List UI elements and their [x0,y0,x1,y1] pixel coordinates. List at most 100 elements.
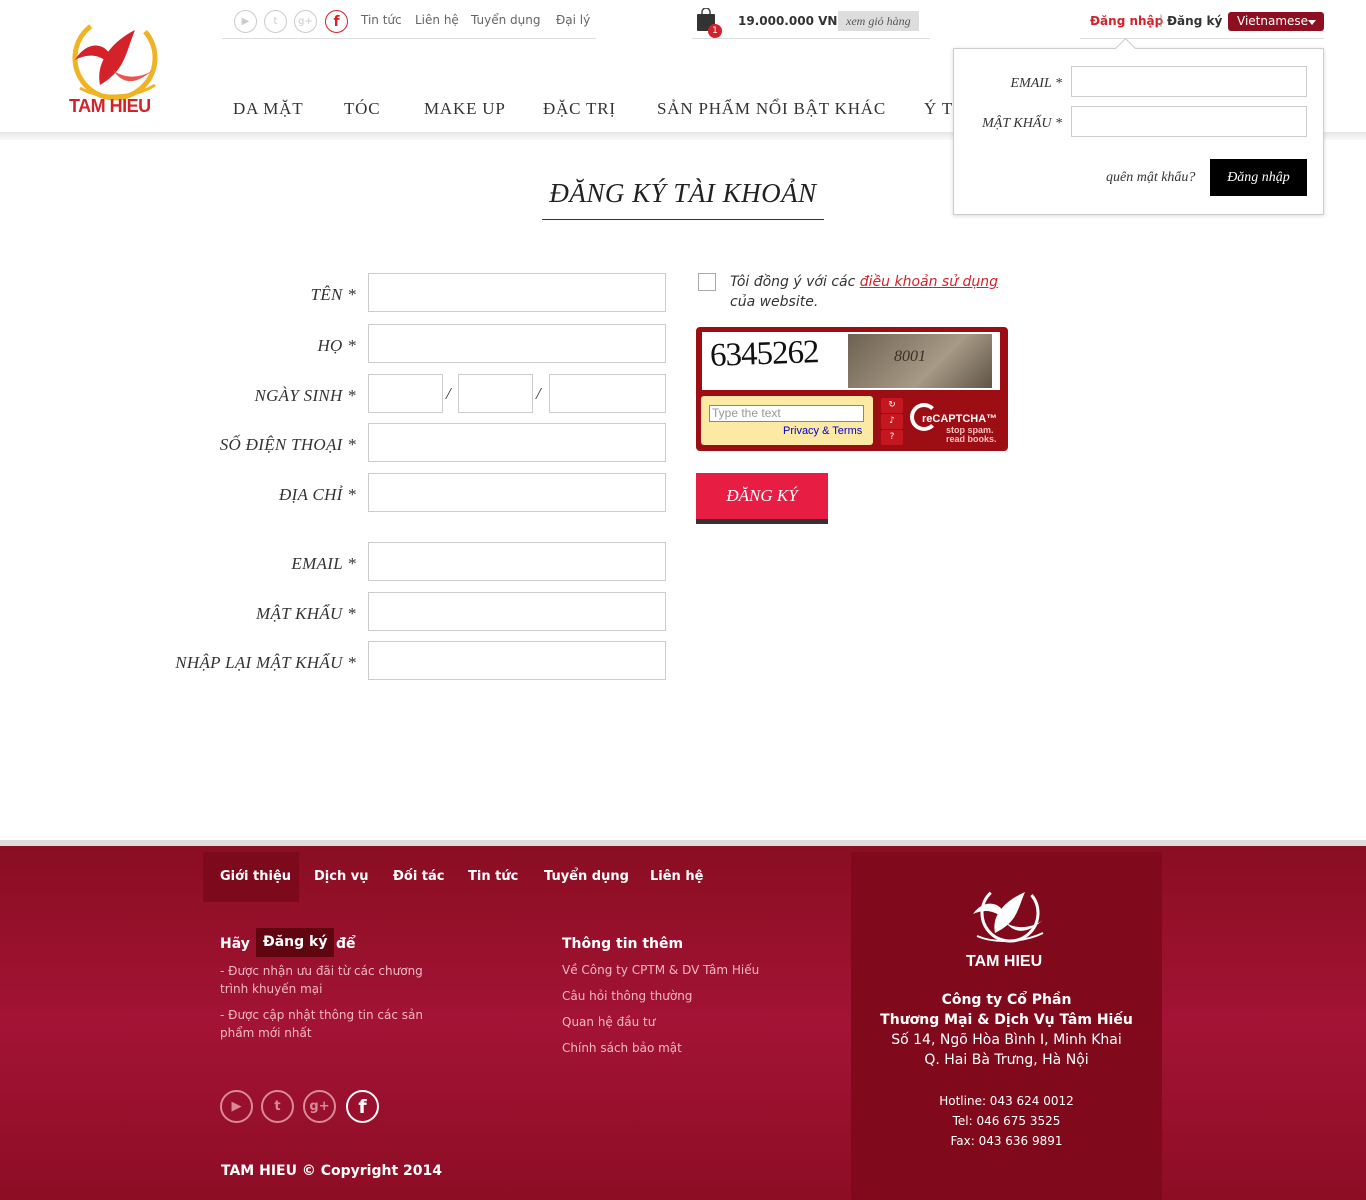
facebook-icon[interactable]: f [325,10,348,33]
dob-label: NGÀY SINH * [254,386,356,405]
company-address-2: Q. Hai Bà Trưng, Hà Nội [924,1052,1089,1068]
register-submit-button[interactable]: ĐĂNG KÝ [696,473,828,524]
view-cart-button[interactable]: xem giỏ hàng [838,11,919,31]
agree-text: Tôi đồng ý với các điều khoản sử dụng củ… [730,272,1000,312]
googleplus-icon[interactable]: g+ [303,1090,336,1123]
more-link-faq[interactable]: Câu hỏi thông thường [562,989,692,1003]
help-icon[interactable]: ? [881,430,903,445]
footer-nav-gioi-thieu[interactable]: Giới thiệu [220,869,291,884]
phone-label: SỐ ĐIỆN THOẠI * [219,435,356,454]
phone-input[interactable] [368,423,666,462]
dob-month-input[interactable] [458,374,533,413]
signup-suffix: để [336,936,356,952]
nav-item-toc[interactable]: TÓC [344,99,380,119]
fax: Fax: 043 636 9891 [950,1134,1063,1148]
nav-item-san-pham-noi-bat[interactable]: SẢN PHẨM NỔI BẬT KHÁC [657,99,886,119]
toplink-dai-ly[interactable]: Đại lý [556,13,590,27]
captcha-photo-number: 8001 [894,348,926,365]
top-links-bar: ▶ t g+ f Tin tức Liên hệ Tuyển dụng Đại … [222,6,596,39]
captcha-word: 6345262 [709,334,820,374]
youtube-icon[interactable]: ▶ [234,10,257,33]
captcha-image: 6345262 8001 [702,332,1000,390]
confirm-password-input[interactable] [368,641,666,680]
nav-item-y-t[interactable]: Ý T [924,99,953,119]
footer-nav-tin-tuc[interactable]: Tin tức [468,869,518,884]
more-info-title: Thông tin thêm [562,936,684,952]
toplink-tuyen-dung[interactable]: Tuyển dụng [471,13,540,27]
language-value: Vietnamese [1237,14,1309,28]
chevron-down-icon [1308,20,1316,25]
page-title: ĐĂNG KÝ TÀI KHOẢN [549,178,817,208]
captcha-photo: 8001 [848,334,992,388]
footer-nav-dich-vu[interactable]: Dịch vụ [314,869,368,884]
captcha-input-area: Type the text Privacy & Terms [701,396,873,445]
recaptcha-logo: reCAPTCHA™ stop spam. read books. [910,401,1002,445]
title-underline [542,219,824,220]
language-select[interactable]: Vietnamese [1228,12,1324,31]
logo-text[interactable]: TAM HIEU [69,96,151,117]
audio-icon[interactable]: ♪ [881,414,903,429]
toplink-tin-tuc[interactable]: Tin tức [361,13,402,27]
popup-email-input[interactable] [1071,66,1307,97]
agree-checkbox[interactable] [698,273,716,291]
footer-nav-lien-he[interactable]: Liên hệ [650,869,703,884]
toplink-lien-he[interactable]: Liên hệ [415,13,459,27]
benefit-item: - Được cập nhật thông tin các sản phẩm m… [220,1008,423,1040]
refresh-icon[interactable]: ↻ [881,398,903,413]
cart-total: 19.000.000 VND [738,14,848,28]
cart-area: 1 19.000.000 VND xem giỏ hàng [692,6,930,39]
auth-separator: | [1159,13,1164,27]
login-popup: EMAIL * MẬT KHẨU * quên mật khẩu? Đăng n… [953,48,1324,215]
popup-login-button[interactable]: Đăng nhập [1210,159,1307,196]
more-link-about[interactable]: Về Công ty CPTM & DV Tâm Hiếu [562,963,759,977]
signup-prefix: Hãy [220,936,250,952]
popup-password-input[interactable] [1071,106,1307,137]
popup-password-label: MẬT KHẨU * [982,116,1062,131]
dob-separator: / [446,384,451,403]
youtube-icon[interactable]: ▶ [220,1090,253,1123]
twitter-icon[interactable]: t [261,1090,294,1123]
auth-area: Đăng nhập | Đăng ký Vietnamese [1080,6,1324,39]
dob-day-input[interactable] [368,374,443,413]
footer-logo-text: TAM HIEU [966,953,1043,970]
more-link-investor[interactable]: Quan hệ đầu tư [562,1015,655,1029]
footer-logo-icon [973,883,1044,943]
recaptcha-tagline-2: read books. [946,434,997,444]
last-name-input[interactable] [368,324,666,363]
footer-nav-doi-tac[interactable]: Đối tác [393,869,445,884]
last-name-label: HỌ * [317,336,356,355]
first-name-input[interactable] [368,273,666,312]
terms-link[interactable]: điều khoản sử dụng [860,274,998,290]
captcha-widget: 6345262 8001 Type the text Privacy & Ter… [696,327,1008,451]
email-input[interactable] [368,542,666,581]
benefit-item: - Được nhận ưu đãi từ các chương trình k… [220,964,423,996]
login-link[interactable]: Đăng nhập [1090,14,1163,28]
footer-nav-tuyen-dung[interactable]: Tuyển dụng [544,869,629,884]
cart-count-badge: 1 [708,24,722,38]
company-address-1: Số 14, Ngõ Hòa Bình I, Minh Khai [891,1032,1122,1048]
password-label: MẬT KHẨU * [256,604,356,623]
facebook-icon[interactable]: f [346,1090,379,1123]
nav-item-da-mat[interactable]: DA MẶT [233,99,303,119]
company-line-1: Công ty Cổ Phần [941,992,1072,1008]
nav-item-dac-tri[interactable]: ĐẶC TRỊ [543,99,616,119]
first-name-label: TÊN * [310,285,356,304]
footer-signup-button[interactable]: Đăng ký [256,928,335,957]
copyright: TAM HIEU © Copyright 2014 [221,1163,442,1179]
more-link-privacy[interactable]: Chính sách bảo mật [562,1041,682,1055]
register-link[interactable]: Đăng ký [1167,14,1222,28]
googleplus-icon[interactable]: g+ [294,10,317,33]
twitter-icon[interactable]: t [264,10,287,33]
email-label: EMAIL * [291,554,356,573]
captcha-privacy-link[interactable]: Privacy & Terms [783,425,862,437]
password-input[interactable] [368,592,666,631]
forgot-password-link[interactable]: quên mật khẩu? [1106,170,1195,186]
captcha-input[interactable]: Type the text [709,405,864,422]
address-label: ĐỊA CHỈ * [279,485,356,504]
dob-year-input[interactable] [549,374,666,413]
address-input[interactable] [368,473,666,512]
agree-suffix: của website. [730,294,819,310]
nav-item-make-up[interactable]: MAKE UP [424,99,506,119]
page: TAM HIEU ▶ t g+ f Tin tức Liên hệ Tuyển … [0,0,1366,1200]
popup-email-label: EMAIL * [1010,76,1062,91]
